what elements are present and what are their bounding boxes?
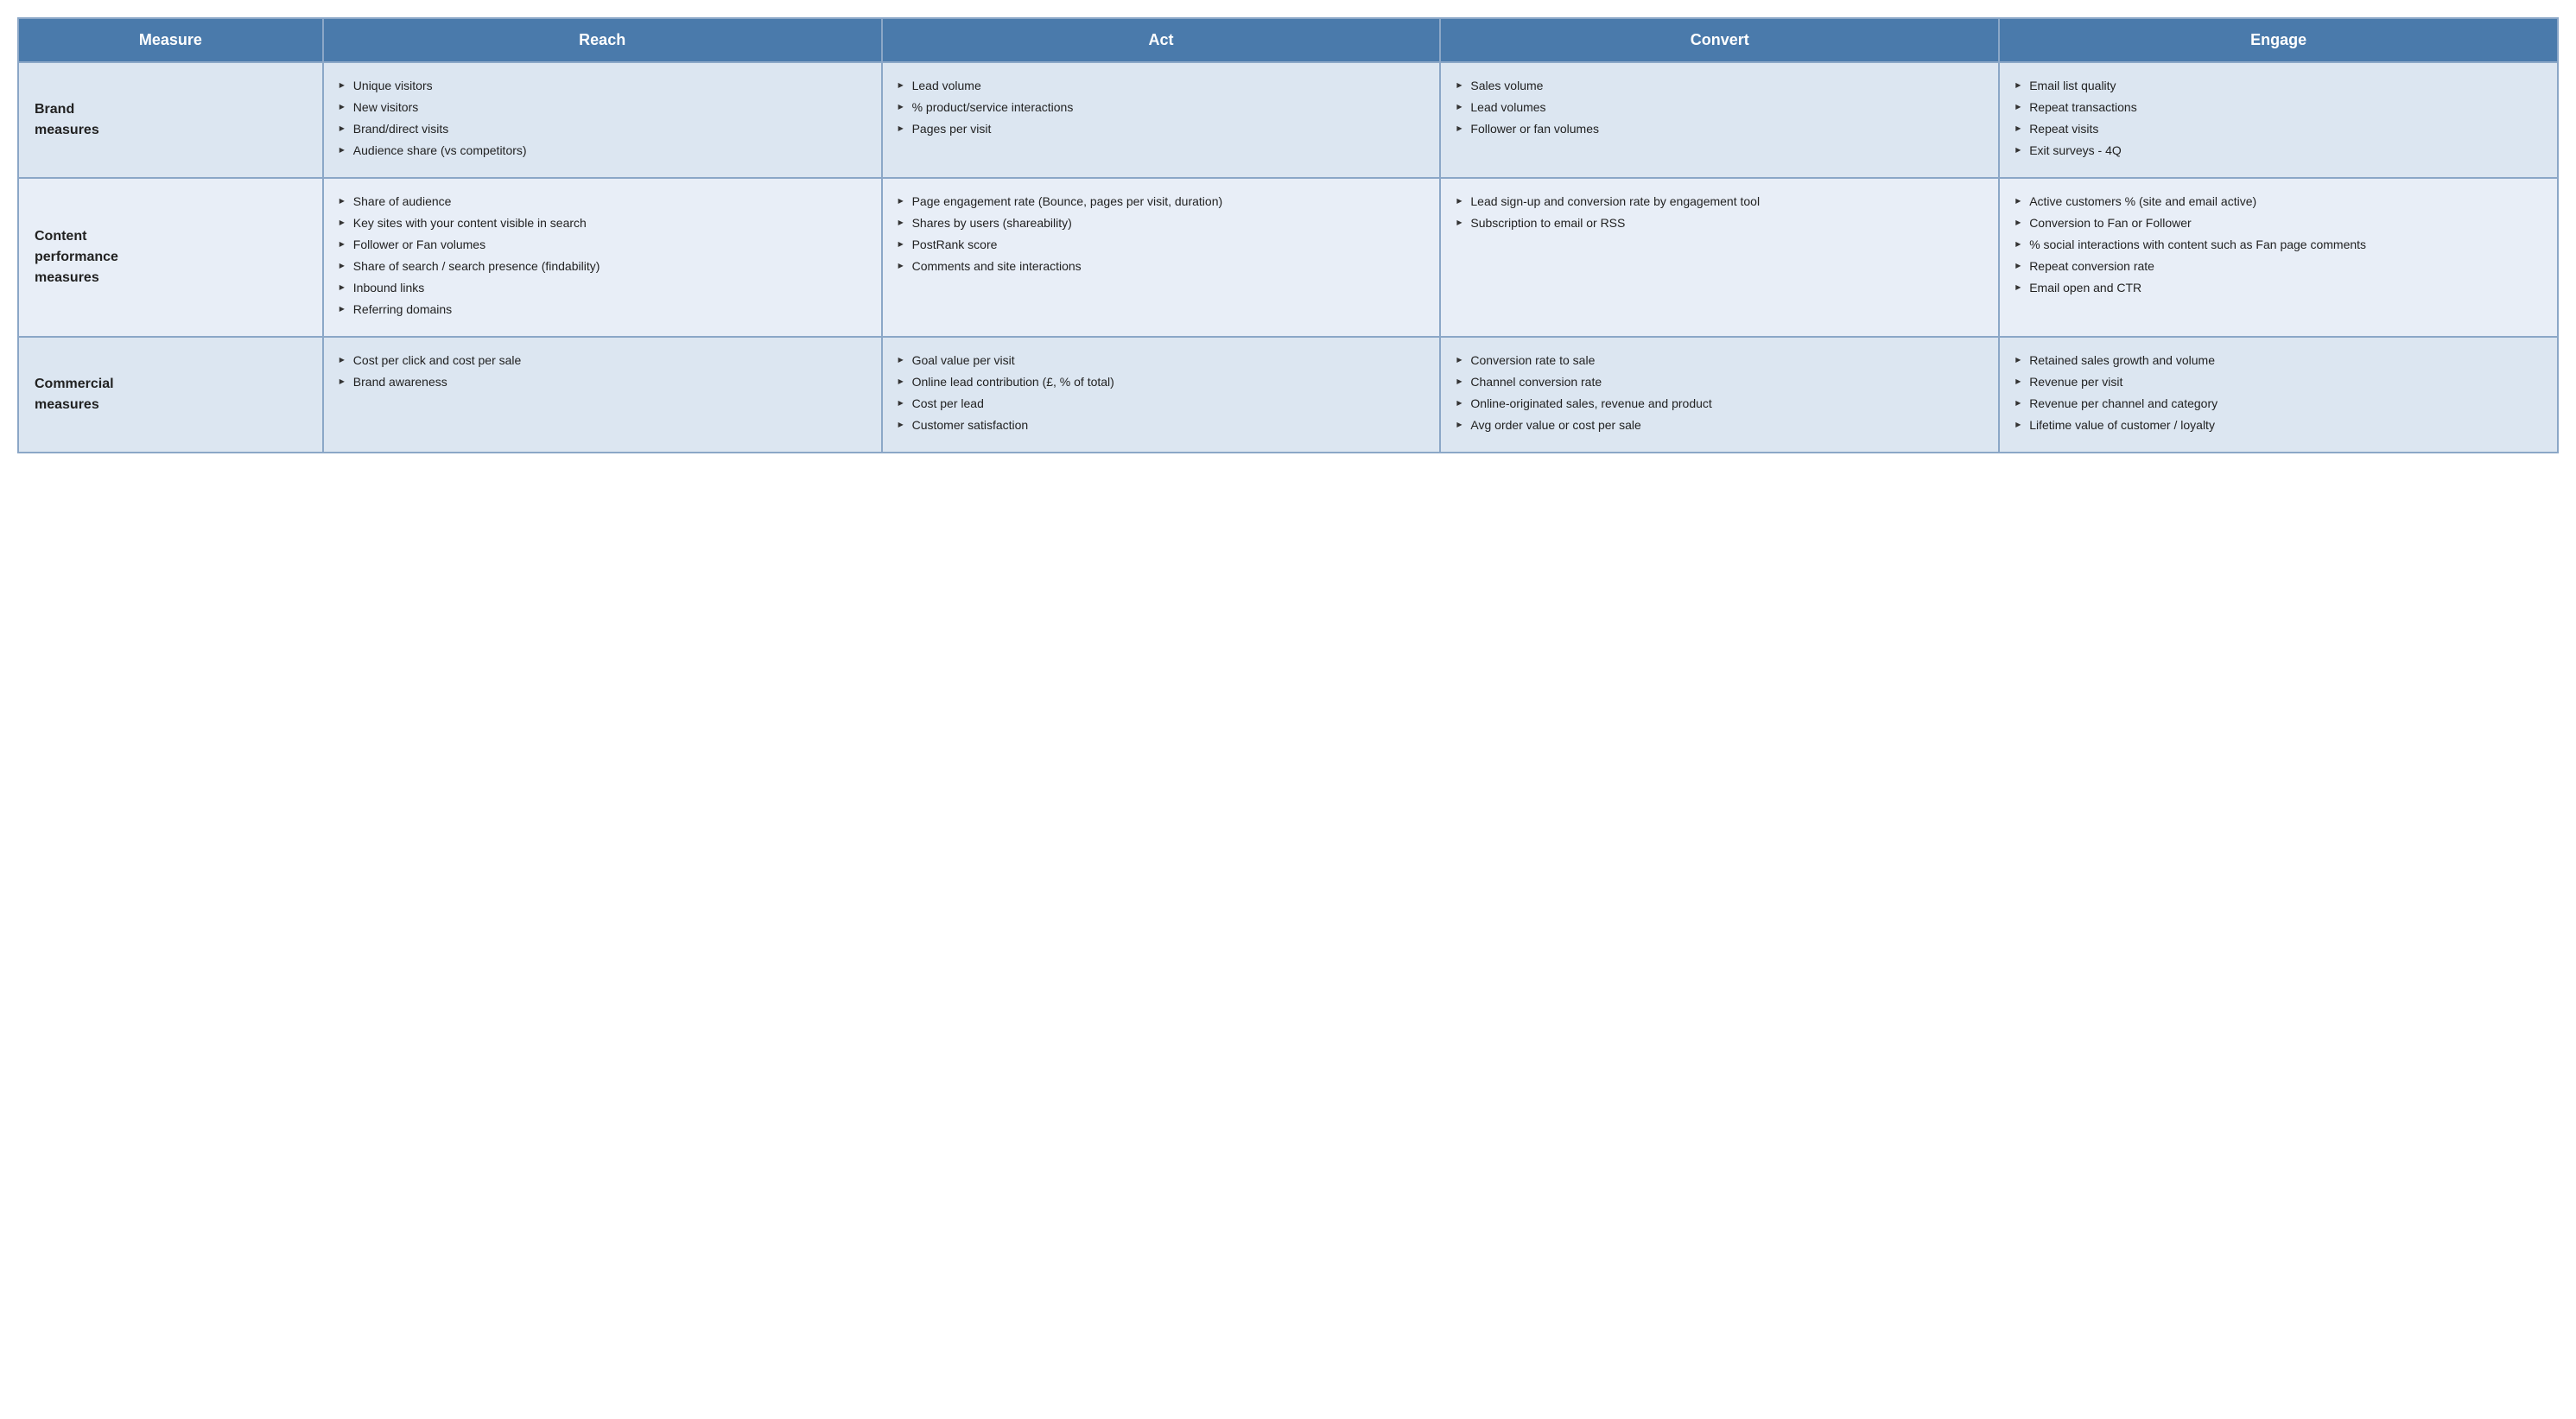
list-item: Key sites with your content visible in s… [339,214,866,232]
list-item: Unique visitors [339,77,866,95]
list-item: Audience share (vs competitors) [339,142,866,160]
list-item: Repeat transactions [2015,98,2541,117]
list-item: Conversion rate to sale [1456,352,1983,370]
table-row: Brandmeasures Unique visitors New visitors… [18,62,2558,178]
list-item: Follower or fan volumes [1456,120,1983,138]
table-row: CommercialmeasuresCost per click and cos… [18,337,2558,453]
list-item: Lead volumes [1456,98,1983,117]
list-item: Comments and site interactions [898,257,1424,276]
list-item: Conversion to Fan or Follower [2015,214,2541,232]
list-item: % social interactions with content such … [2015,236,2541,254]
table-row: ContentperformancemeasuresShare of audie… [18,178,2558,337]
cell-engage-2: Retained sales growth and volume Revenue … [1999,337,2558,453]
list-item: PostRank score [898,236,1424,254]
list-item: Active customers % (site and email activ… [2015,193,2541,211]
list-item: Lead sign-up and conversion rate by enga… [1456,193,1983,211]
list-item: Online lead contribution (£, % of total) [898,373,1424,391]
list-item: Repeat conversion rate [2015,257,2541,276]
cell-convert-1: Lead sign-up and conversion rate by enga… [1440,178,1999,337]
list-item: Revenue per channel and category [2015,395,2541,413]
list-item: % product/service interactions [898,98,1424,117]
list-item: Email open and CTR [2015,279,2541,297]
list-item: Subscription to email or RSS [1456,214,1983,232]
cell-convert-0: Sales volume Lead volumes Follower or fan … [1440,62,1999,178]
col-header-reach: Reach [323,18,882,62]
list-item: Share of search / search presence (finda… [339,257,866,276]
list-item: Pages per visit [898,120,1424,138]
col-header-measure: Measure [18,18,323,62]
list-item: Sales volume [1456,77,1983,95]
list-item: Retained sales growth and volume [2015,352,2541,370]
list-item: Cost per lead [898,395,1424,413]
col-header-act: Act [882,18,1441,62]
col-header-convert: Convert [1440,18,1999,62]
list-item: Goal value per visit [898,352,1424,370]
cell-reach-2: Cost per click and cost per sale Brand aw… [323,337,882,453]
list-item: Brand/direct visits [339,120,866,138]
list-item: Lifetime value of customer / loyalty [2015,416,2541,434]
list-item: Repeat visits [2015,120,2541,138]
list-item: Cost per click and cost per sale [339,352,866,370]
list-item: Lead volume [898,77,1424,95]
cell-engage-1: Active customers % (site and email activ… [1999,178,2558,337]
list-item: Follower or Fan volumes [339,236,866,254]
list-item: Brand awareness [339,373,866,391]
list-item: Shares by users (shareability) [898,214,1424,232]
list-item: Avg order value or cost per sale [1456,416,1983,434]
list-item: Exit surveys - 4Q [2015,142,2541,160]
list-item: Online-originated sales, revenue and pro… [1456,395,1983,413]
measures-table: MeasureReachActConvertEngage Brandmeasur… [17,17,2559,453]
cell-convert-2: Conversion rate to sale Channel conversio… [1440,337,1999,453]
cell-act-2: Goal value per visit Online lead contribu… [882,337,1441,453]
list-item: Inbound links [339,279,866,297]
cell-engage-0: Email list quality Repeat transactions Rep… [1999,62,2558,178]
list-item: New visitors [339,98,866,117]
cell-act-1: Page engagement rate (Bounce, pages per … [882,178,1441,337]
list-item: Page engagement rate (Bounce, pages per … [898,193,1424,211]
cell-act-0: Lead volume % product/service interaction… [882,62,1441,178]
list-item: Referring domains [339,301,866,319]
row-header-1: Contentperformancemeasures [18,178,323,337]
cell-reach-0: Unique visitors New visitors Brand/direct … [323,62,882,178]
list-item: Email list quality [2015,77,2541,95]
col-header-engage: Engage [1999,18,2558,62]
row-header-2: Commercialmeasures [18,337,323,453]
row-header-0: Brandmeasures [18,62,323,178]
list-item: Customer satisfaction [898,416,1424,434]
list-item: Channel conversion rate [1456,373,1983,391]
cell-reach-1: Share of audience Key sites with your con… [323,178,882,337]
list-item: Revenue per visit [2015,373,2541,391]
list-item: Share of audience [339,193,866,211]
